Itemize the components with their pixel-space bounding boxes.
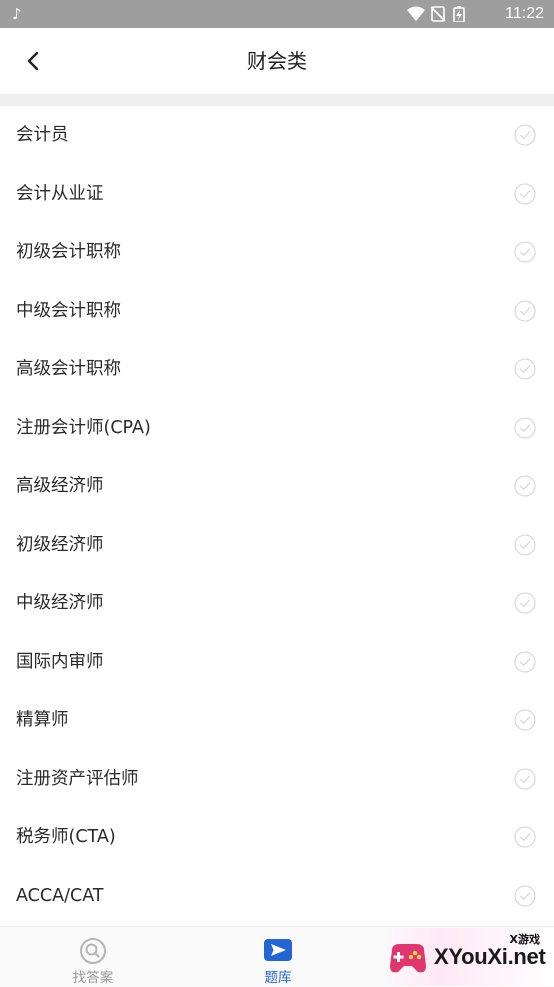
check-circle-icon bbox=[514, 709, 536, 731]
tiktok-icon: ♪ bbox=[12, 5, 22, 23]
search-icon bbox=[80, 938, 106, 964]
check-circle-icon bbox=[514, 182, 536, 205]
list-item-label: 高级会计职称 bbox=[16, 359, 121, 379]
check-circle-icon bbox=[514, 650, 536, 673]
list-item[interactable]: 高级会计职称 bbox=[0, 340, 554, 399]
list-item[interactable]: 中级会计职称 bbox=[0, 282, 554, 341]
list-item-label: 注册资产评估师 bbox=[16, 768, 139, 789]
check-circle-icon bbox=[514, 826, 536, 848]
tab-question-bank[interactable]: 题库 bbox=[218, 927, 338, 987]
list-item-label: 高级经济师 bbox=[16, 476, 104, 496]
wifi-icon bbox=[407, 6, 425, 21]
check-circle-icon bbox=[514, 592, 536, 614]
check-circle-icon bbox=[514, 358, 536, 380]
list-item[interactable]: 会计员 bbox=[0, 106, 554, 165]
back-button[interactable] bbox=[14, 42, 50, 80]
list-item[interactable]: 注册资产评估师 bbox=[0, 750, 554, 809]
list-item-label: 初级经济师 bbox=[16, 534, 104, 555]
status-bar: ♪ 11:22 bbox=[0, 0, 554, 28]
list-item[interactable]: 注册会计师(CPA) bbox=[0, 399, 554, 458]
list-item[interactable]: 会计从业证 bbox=[0, 165, 554, 224]
list-item[interactable]: 精算师 bbox=[0, 691, 554, 750]
category-list: 会计员 会计从业证 初级会计职称 中级会计职称 高级会计职称 注册会计师(CPA… bbox=[0, 106, 554, 925]
check-circle-icon bbox=[514, 299, 536, 322]
list-item-label: 注册会计师(CPA) bbox=[16, 417, 151, 438]
list-item-label: 中级会计职称 bbox=[16, 300, 121, 321]
list-item-label: 国际内审师 bbox=[16, 651, 104, 672]
paper-plane-icon bbox=[264, 939, 292, 961]
check-circle-icon bbox=[514, 416, 536, 439]
list-item-label: 税务师(CTA) bbox=[16, 827, 116, 847]
watermark: X游戏 XYouXi.net bbox=[380, 928, 554, 986]
tab-find-answer[interactable]: 找答案 bbox=[33, 927, 153, 987]
list-item[interactable]: 初级经济师 bbox=[0, 516, 554, 575]
list-item-label: 初级会计职称 bbox=[16, 242, 121, 262]
tab-label: 题库 bbox=[264, 970, 292, 986]
list-item-label: 会计员 bbox=[16, 125, 69, 145]
nav-bar: 财会类 bbox=[0, 28, 554, 94]
check-circle-icon bbox=[514, 884, 536, 907]
check-circle-icon bbox=[514, 475, 536, 497]
check-circle-icon bbox=[514, 241, 536, 263]
status-time: 11:22 bbox=[505, 5, 544, 22]
tab-label: 找答案 bbox=[72, 970, 114, 986]
list-item-label: 精算师 bbox=[16, 710, 69, 730]
status-icons bbox=[407, 6, 465, 22]
list-item[interactable]: 国际内审师 bbox=[0, 633, 554, 692]
list-item[interactable]: ACCA/CAT bbox=[0, 867, 554, 926]
battery-charging-icon bbox=[453, 6, 465, 22]
list-item-label: ACCA/CAT bbox=[16, 885, 104, 906]
watermark-text: XYouXi.net bbox=[434, 944, 546, 969]
list-item-label: 中级经济师 bbox=[16, 593, 104, 613]
list-item-label: 会计从业证 bbox=[16, 183, 104, 204]
list-item[interactable]: 高级经济师 bbox=[0, 457, 554, 516]
no-sim-icon bbox=[430, 6, 446, 22]
check-circle-icon bbox=[514, 124, 536, 146]
page-title: 财会类 bbox=[247, 49, 307, 73]
gamepad-logo-icon bbox=[390, 944, 426, 973]
list-item[interactable]: 初级会计职称 bbox=[0, 223, 554, 282]
check-circle-icon bbox=[514, 767, 536, 790]
list-item[interactable]: 中级经济师 bbox=[0, 574, 554, 633]
chevron-left-icon bbox=[27, 51, 39, 71]
check-circle-icon bbox=[514, 533, 536, 556]
section-divider bbox=[0, 94, 554, 106]
list-item[interactable]: 税务师(CTA) bbox=[0, 808, 554, 867]
